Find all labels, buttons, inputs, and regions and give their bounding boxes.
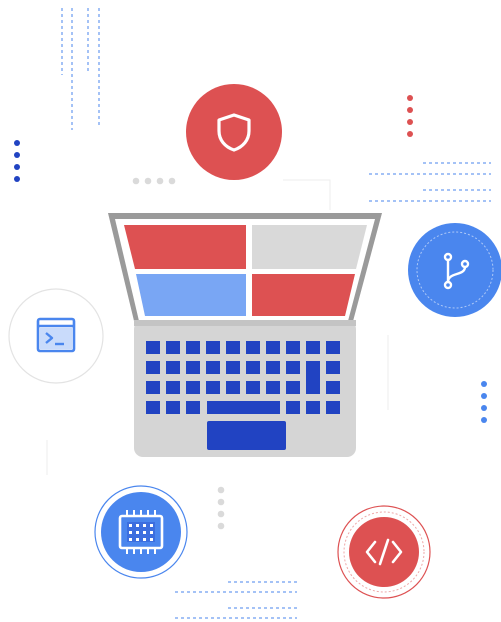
screen-panel-red-right (252, 274, 355, 316)
trackpad (207, 421, 286, 450)
terminal-icon (36, 317, 76, 353)
laptop-devops-illustration (8, 8, 501, 619)
chip-badge (94, 485, 188, 579)
screen-panel-blue (136, 274, 246, 316)
dots-top-right-red (407, 95, 413, 137)
dashed-lines-right (369, 162, 491, 202)
dashed-lines-bottom (175, 581, 297, 619)
shield-badge (186, 84, 282, 180)
screen-panel-gray (252, 225, 367, 269)
dots-left-navy (14, 140, 20, 182)
dots-bottom-gray (217, 486, 225, 530)
dots-top-gray (132, 177, 176, 185)
git-branch-badge (408, 223, 501, 317)
illustration (0, 0, 501, 622)
laptop (108, 213, 382, 457)
dashed-lines-top-left (61, 8, 100, 130)
dots-right-blue (481, 381, 487, 423)
code-badge (337, 505, 431, 599)
terminal-badge (8, 288, 104, 384)
screen-panel-red-left (124, 225, 246, 269)
